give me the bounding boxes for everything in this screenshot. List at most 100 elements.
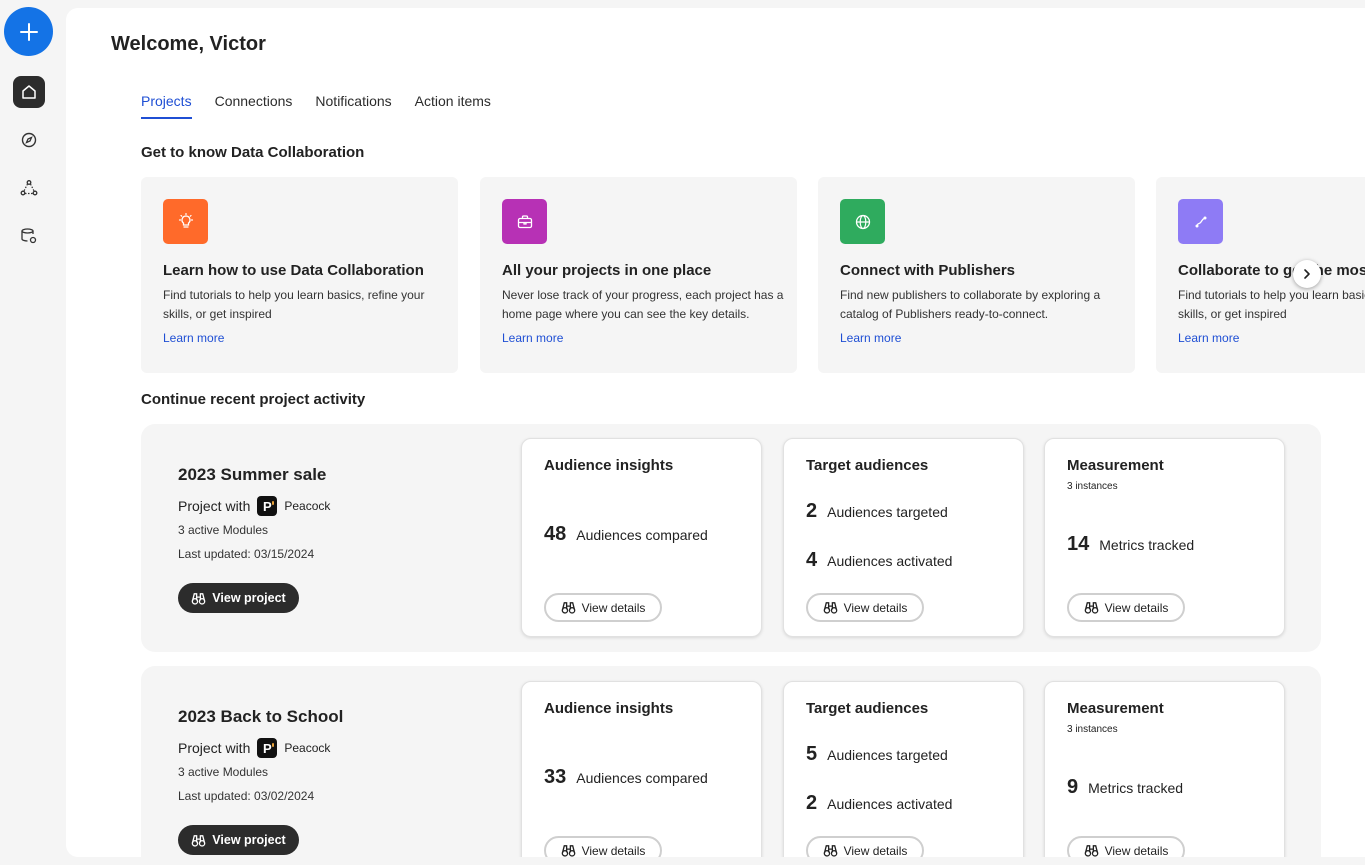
module-title: Target audiences [806,700,929,717]
stat-label: Audiences targeted [827,747,948,763]
tab-connections[interactable]: Connections [215,93,293,119]
view-details-button[interactable]: View details [544,836,662,857]
network-icon [20,180,38,196]
partner-name: Peacock [284,499,331,513]
rail-explore[interactable] [13,124,45,156]
stat-row: 2 Audiences activated [806,792,952,815]
recent-section-title: Continue recent project activity [141,391,366,408]
intro-section-title: Get to know Data Collaboration [141,144,365,161]
view-details-label: View details [581,843,646,858]
view-project-button[interactable]: View project [178,825,299,855]
tab-projects[interactable]: Projects [141,93,192,119]
card-icon-badge [840,199,885,244]
rail-connections[interactable] [13,172,45,204]
view-project-button[interactable]: View project [178,583,299,613]
globe-icon [855,214,870,229]
instances-count: 3 instances [1067,481,1118,492]
intro-card: Learn how to use Data Collaboration Find… [141,177,458,373]
card-icon-badge [502,199,547,244]
card-title: Collaborate to get the most [1178,262,1365,279]
learn-more-link[interactable]: Learn more [840,331,1113,345]
stat-row: 5 Audiences targeted [806,743,948,766]
stat-row: 48 Audiences compared [544,523,708,546]
stat-row: 4 Audiences activated [806,549,952,572]
card-description: Find tutorials to help you learn basics,… [163,288,425,321]
stat-number: 2 [806,792,818,814]
view-project-label: View project [212,833,286,847]
view-details-label: View details [1104,600,1169,615]
project-with-label: Project with [178,740,251,756]
card-icon-badge [1178,199,1223,244]
binoculars-icon [561,602,575,614]
rail-data-settings[interactable] [13,220,45,252]
project-name: 2023 Back to School [178,707,344,726]
view-details-label: View details [1104,843,1169,858]
binoculars-icon [561,845,575,857]
stat-number: 9 [1067,776,1079,798]
view-details-label: View details [843,600,908,615]
card-description: Find new publishers to collaborate by ex… [840,288,1101,321]
chevron-right-icon [1304,269,1310,279]
project-name: 2023 Summer sale [178,465,327,484]
binoculars-icon [1084,602,1098,614]
stat-number: 5 [806,743,818,765]
measurement-card: Measurement 3 instances 14 Metrics track… [1044,438,1285,637]
add-button[interactable] [4,7,53,56]
peacock-logo: P [257,496,278,516]
measurement-card: Measurement 3 instances 9 Metrics tracke… [1044,681,1285,857]
stat-number: 48 [544,523,567,545]
view-details-button[interactable]: View details [806,836,924,857]
project-partner: Project with P Peacock [178,496,330,516]
stat-row: 2 Audiences targeted [806,500,948,523]
project-row: 2023 Summer sale Project with P Peacock … [141,424,1321,652]
carousel-next-button[interactable] [1293,260,1321,288]
learn-more-link[interactable]: Learn more [163,331,436,345]
binoculars-icon [823,602,837,614]
view-details-button[interactable]: View details [806,593,924,622]
stat-label: Audiences compared [576,527,708,543]
left-rail [0,0,64,865]
stat-row: 9 Metrics tracked [1067,776,1183,799]
intro-card: Connect with Publishers Find new publish… [818,177,1135,373]
target-audiences-card: Target audiences 5 Audiences targeted 2 … [783,681,1024,857]
home-icon [22,85,36,99]
tab-bar: Projects Connections Notifications Actio… [141,93,514,121]
module-title: Audience insights [544,457,674,474]
last-updated: Last updated: 03/02/2024 [178,789,315,803]
project-row: 2023 Back to School Project with P Peaco… [141,666,1321,857]
stat-number: 2 [806,500,818,522]
view-details-button[interactable]: View details [1067,593,1185,622]
partner-name: Peacock [284,741,331,755]
module-title: Audience insights [544,700,674,717]
card-title: Connect with Publishers [840,262,1016,279]
stat-label: Audiences targeted [827,504,948,520]
project-partner: Project with P Peacock [178,738,330,758]
binoculars-icon [823,845,837,857]
view-project-label: View project [212,591,286,605]
view-details-button[interactable]: View details [1067,836,1185,857]
binoculars-icon [191,834,206,847]
stat-number: 14 [1067,533,1090,555]
briefcase-icon [517,214,532,228]
peacock-logo: P [257,738,278,758]
stat-row: 14 Metrics tracked [1067,533,1194,556]
last-updated: Last updated: 03/15/2024 [178,547,315,561]
stat-label: Audiences compared [576,770,708,786]
main-panel: Welcome, Victor Projects Connections Not… [66,8,1365,857]
plus-icon [19,22,38,41]
compass-icon [21,132,37,148]
rail-home[interactable] [13,76,45,108]
view-details-label: View details [581,600,646,615]
learn-more-link[interactable]: Learn more [502,331,775,345]
module-title: Measurement [1067,457,1164,474]
learn-more-link[interactable]: Learn more [1178,331,1365,345]
stat-number: 4 [806,549,818,571]
card-icon-badge [163,199,208,244]
card-description: Never lose track of your progress, each … [502,288,784,321]
instances-count: 3 instances [1067,724,1118,735]
audience-insights-card: Audience insights 33 Audiences compared … [521,681,762,857]
tab-notifications[interactable]: Notifications [315,93,391,119]
audience-insights-card: Audience insights 48 Audiences compared … [521,438,762,637]
tab-action-items[interactable]: Action items [415,93,491,119]
view-details-button[interactable]: View details [544,593,662,622]
